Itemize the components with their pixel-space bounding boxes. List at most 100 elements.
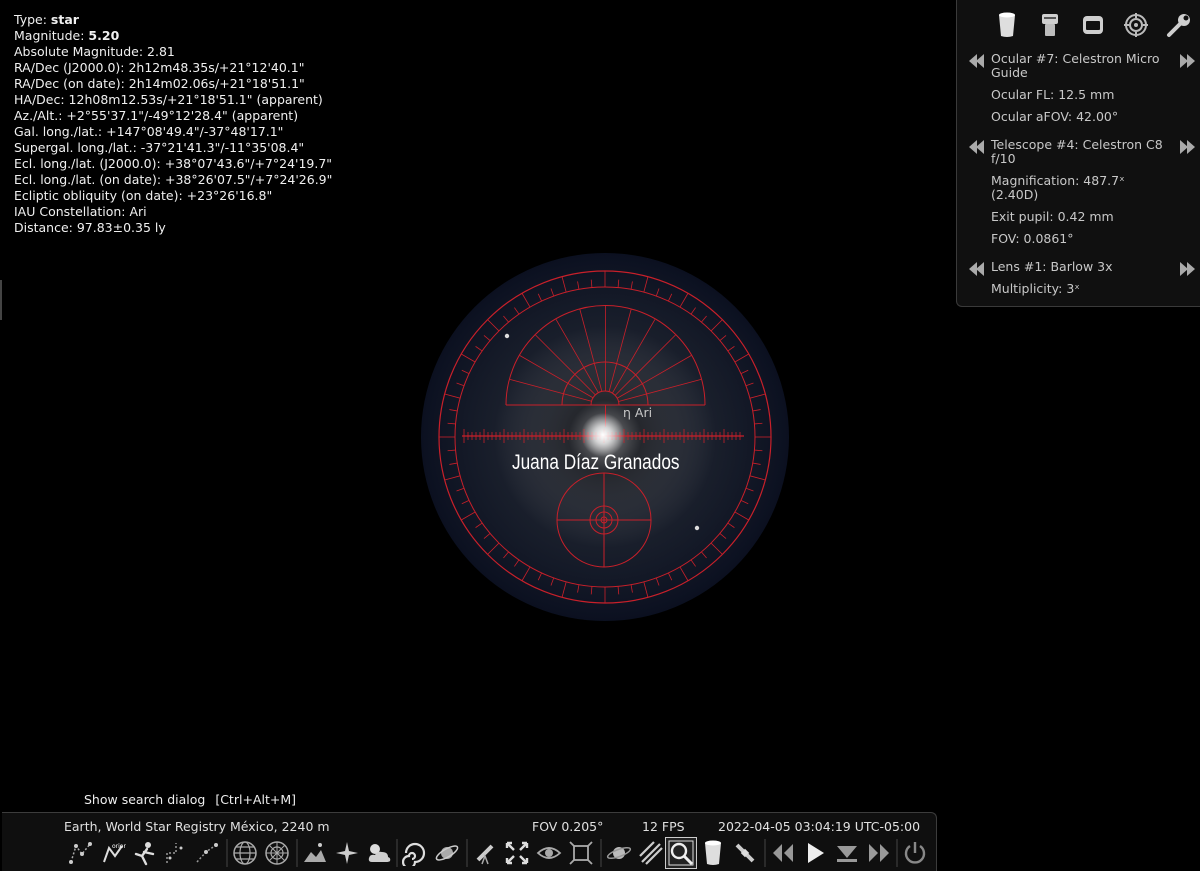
object-info-row: Magnitude: 5.20 (14, 28, 332, 44)
object-info-row: Az./Alt.: +2°55'37.1"/-49°12'28.4" (appa… (14, 108, 332, 124)
oculars-panel: Ocular #7: Celestron Micro Guide Ocular … (956, 0, 1200, 307)
object-info-row: RA/Dec (J2000.0): 2h12m48.35s/+21°12'40.… (14, 60, 332, 76)
object-info-label: Ecl. long./lat. (on date): +38°26'07.5"/… (14, 172, 333, 187)
object-info-row: Distance: 97.83±0.35 ly (14, 220, 332, 236)
datetime-status: 2022-04-05 03:04:19 UTC-05:00 (718, 819, 921, 834)
fov-status: FOV 0.205° (532, 819, 604, 834)
object-info-label: RA/Dec (J2000.0): 2h12m48.35s/+21°12'40.… (14, 60, 305, 75)
object-info-label: Distance: 97.83±0.35 ly (14, 220, 166, 235)
ocular-reticle-view (421, 253, 789, 621)
toolbar-separator (896, 839, 898, 867)
object-info-row: Absolute Magnitude: 2.81 (14, 44, 332, 60)
next-lens-icon[interactable] (1179, 262, 1195, 276)
search-tooltip: Show search dialog [Ctrl+Alt+M] (84, 792, 296, 807)
azimuthal-grid-icon[interactable] (262, 838, 292, 868)
ocular-eyepiece-icon[interactable] (985, 10, 1028, 40)
svg-text:orion: orion (112, 843, 126, 850)
object-info-row: Ecl. long./lat. (J2000.0): +38°07'43.6"/… (14, 156, 332, 172)
quit-icon[interactable] (900, 838, 930, 868)
atmosphere-icon[interactable] (364, 838, 394, 868)
object-info-value: 5.20 (88, 28, 120, 43)
oculars-plugin-icon[interactable] (698, 838, 728, 868)
previous-lens-icon[interactable] (969, 262, 985, 276)
object-info-label: Magnitude: (14, 28, 89, 43)
object-info-row: HA/Dec: 12h08m12.53s/+21°18'51.1" (appar… (14, 92, 332, 108)
object-info-label: Ecl. long./lat. (J2000.0): +38°07'43.6"/… (14, 156, 333, 171)
play-icon[interactable] (800, 838, 830, 868)
object-info-label: Ecliptic obliquity (on date): +23°26'16.… (14, 188, 273, 203)
search-dialog-icon[interactable] (665, 837, 697, 869)
meteor-showers-icon[interactable] (636, 838, 666, 868)
object-info-label: Absolute Magnitude: 2.81 (14, 44, 175, 59)
ocular-focal-length: Ocular FL: 12.5 mm (991, 87, 1115, 102)
lens-multiplicity: Multiplicity: 3ˣ (991, 281, 1080, 296)
toolbar-separator (226, 839, 228, 867)
tooltip-text: Show search dialog (84, 792, 206, 807)
toolbar-separator (764, 839, 766, 867)
telrad-frame-icon[interactable] (1071, 10, 1114, 40)
cardinal-points-icon[interactable] (332, 838, 362, 868)
center-on-object-icon[interactable] (502, 838, 532, 868)
object-info-row: Ecliptic obliquity (on date): +23°26'16.… (14, 188, 332, 204)
field-of-view: FOV: 0.0861° (991, 231, 1074, 246)
side-bar-edge (0, 280, 2, 320)
increase-time-speed-icon[interactable] (864, 838, 894, 868)
object-info-row: RA/Dec (on date): 2h14m02.06s/+21°18'51.… (14, 76, 332, 92)
ground-icon[interactable] (300, 838, 330, 868)
full-screen-icon[interactable] (566, 838, 596, 868)
solar-system-icon[interactable] (604, 838, 634, 868)
constellation-art-icon[interactable] (130, 838, 160, 868)
toolbar-buttons: orion (2, 837, 936, 871)
object-info-panel: Type: star Magnitude: 5.20 Absolute Magnit… (14, 12, 332, 236)
equatorial-mount-icon[interactable] (470, 838, 500, 868)
nebulae-icon[interactable] (400, 838, 430, 868)
object-info-row: Gal. long./lat.: +147°08'49.4"/-37°48'17… (14, 124, 332, 140)
background-star (694, 525, 700, 531)
constellation-lines-icon[interactable] (66, 838, 96, 868)
lens-name: Lens #1: Barlow 3x (991, 259, 1113, 274)
location-status: Earth, World Star Registry México, 2240 … (64, 819, 330, 834)
exit-pupil: Exit pupil: 0.42 mm (991, 209, 1114, 224)
ocular-afov: Ocular aFOV: 42.00° (991, 109, 1119, 124)
telescope-name: Telescope #4: Celestron C8 f/10 (991, 137, 1163, 166)
object-info-label: Type: (14, 12, 51, 27)
object-info-label: IAU Constellation: Ari (14, 204, 147, 219)
object-info-row: IAU Constellation: Ari (14, 204, 332, 220)
set-current-time-icon[interactable] (832, 838, 862, 868)
decrease-time-speed-icon[interactable] (768, 838, 798, 868)
ocular-name: Ocular #7: Celestron Micro Guide (991, 51, 1160, 80)
constellation-boundaries-icon[interactable] (162, 838, 192, 868)
night-mode-icon[interactable] (534, 838, 564, 868)
planets-labels-icon[interactable] (432, 838, 462, 868)
wrench-settings-icon[interactable] (1158, 10, 1200, 40)
object-info-label: Az./Alt.: +2°55'37.1"/-49°12'28.4" (appa… (14, 108, 299, 123)
oculars-toolbar (957, 0, 1200, 42)
asterism-lines-icon[interactable] (192, 838, 222, 868)
fps-status: 12 FPS (642, 819, 685, 834)
previous-ocular-icon[interactable] (969, 54, 985, 68)
magnification: Magnification: 487.7ˣ (2.40D) (991, 173, 1125, 202)
constellation-labels-icon[interactable]: orion (98, 838, 128, 868)
toolbar-separator (466, 839, 468, 867)
toolbar-separator (296, 839, 298, 867)
next-ocular-icon[interactable] (1179, 54, 1195, 68)
tooltip-shortcut: [Ctrl+Alt+M] (215, 792, 296, 807)
object-info-row: Ecl. long./lat. (on date): +38°26'07.5"/… (14, 172, 332, 188)
object-info-label: HA/Dec: 12h08m12.53s/+21°18'51.1" (appar… (14, 92, 323, 107)
toolbar-separator (600, 839, 602, 867)
equatorial-grid-icon[interactable] (230, 838, 260, 868)
object-info-row: Type: star (14, 12, 332, 28)
ccd-camera-icon[interactable] (1028, 10, 1071, 40)
previous-telescope-icon[interactable] (969, 140, 985, 154)
background-star (504, 333, 510, 339)
object-info-value: star (50, 12, 79, 27)
bottom-toolbar: Earth, World Star Registry México, 2240 … (2, 812, 937, 871)
satellites-icon[interactable] (730, 838, 760, 868)
toolbar-separator (396, 839, 398, 867)
object-info-label: Supergal. long./lat.: -37°21'41.3"/-11°3… (14, 140, 305, 155)
next-telescope-icon[interactable] (1179, 140, 1195, 154)
telrad-finder-icon[interactable] (1115, 10, 1158, 40)
object-info-label: Gal. long./lat.: +147°08'49.4"/-37°48'17… (14, 124, 284, 139)
custom-star-name-label: Juana Díaz Granados (512, 451, 680, 474)
object-info-label: RA/Dec (on date): 2h14m02.06s/+21°18'51.… (14, 76, 305, 91)
